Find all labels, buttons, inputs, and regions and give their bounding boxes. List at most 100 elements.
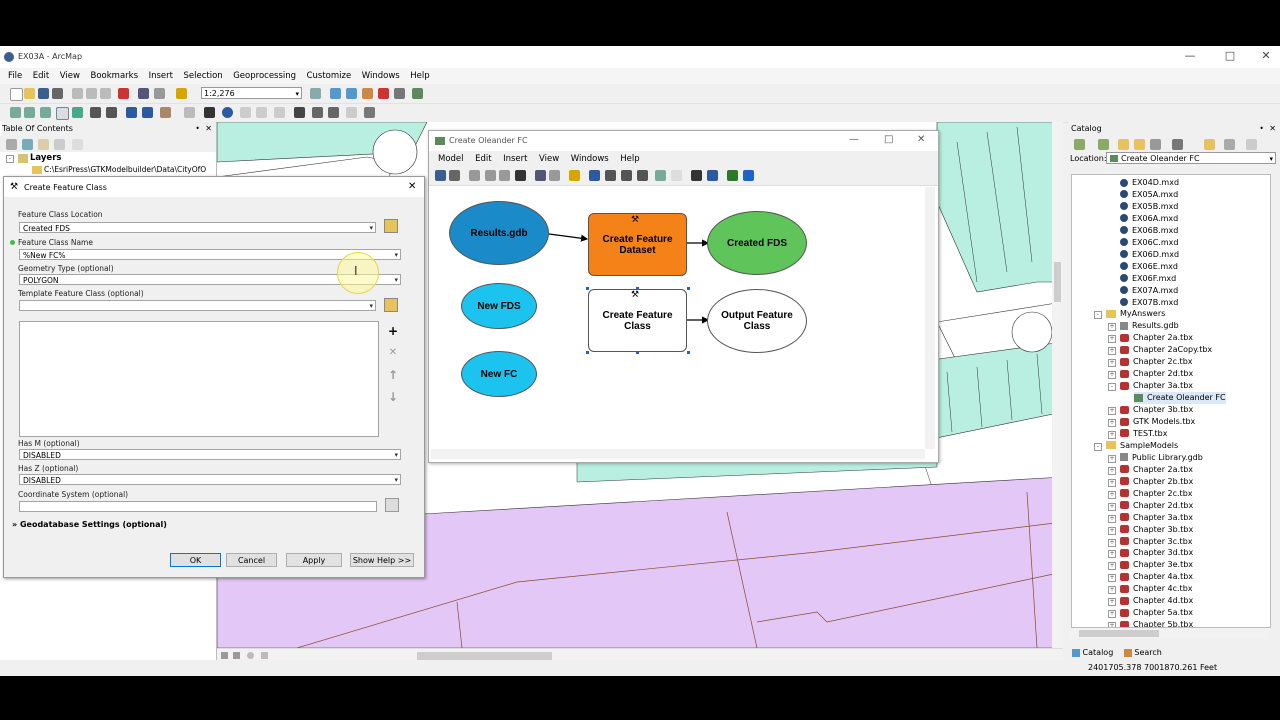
hasm-select[interactable]: DISABLED ▾ [19, 449, 401, 460]
zoom-model-icon[interactable] [637, 170, 648, 181]
find-route-icon[interactable] [312, 107, 323, 118]
location-input[interactable]: Created FDS ▾ [19, 222, 376, 233]
catalog-item[interactable]: EX06F.mxd [1120, 273, 1176, 285]
html-popup-icon[interactable] [256, 107, 267, 118]
catalog-item[interactable]: EX06E.mxd [1120, 261, 1178, 273]
move-down-icon[interactable]: ↓ [385, 389, 401, 405]
copy-icon[interactable] [86, 88, 97, 99]
catalog-help-icon[interactable] [1246, 139, 1257, 150]
catalog-item[interactable]: EX05A.mxd [1120, 189, 1178, 201]
tree-expander[interactable]: + [1108, 407, 1116, 416]
catalog-item[interactable]: Chapter 4a.tbx [1120, 571, 1193, 583]
catalog-item[interactable]: TEST.tbx [1120, 428, 1167, 440]
open-icon[interactable] [24, 88, 35, 99]
catalog-item[interactable]: Chapter 3a.tbx [1120, 380, 1193, 392]
menu-windows[interactable]: Windows [362, 68, 400, 84]
tree-expander[interactable]: + [1108, 335, 1116, 344]
model-redo-icon[interactable] [549, 170, 560, 181]
catalog-item[interactable]: Chapter 3a.tbx [1120, 512, 1193, 524]
model-paste-icon[interactable] [499, 170, 510, 181]
model-zoom-in-icon[interactable] [655, 170, 666, 181]
model-minimize-button[interactable]: — [849, 134, 859, 145]
catalog-item[interactable]: EX06B.mxd [1120, 225, 1178, 237]
layers-expander[interactable]: - [6, 155, 14, 163]
catalog-icon[interactable] [346, 88, 357, 99]
toc-close-icon[interactable]: ✕ [205, 122, 212, 136]
select-features-icon[interactable] [160, 107, 171, 118]
tree-expander[interactable]: + [1108, 419, 1116, 427]
model-pan-icon[interactable] [671, 170, 682, 181]
catalog-item[interactable]: Chapter 3e.tbx [1120, 559, 1193, 571]
python-icon[interactable] [394, 88, 405, 99]
tree-expander[interactable]: + [1108, 550, 1116, 559]
catalog-options-icon[interactable] [1224, 139, 1235, 150]
catalog-item[interactable]: SampleModels [1106, 440, 1178, 452]
fixed-zoom-out-icon[interactable] [106, 107, 117, 118]
delete-icon[interactable] [118, 88, 129, 99]
catalog-back-icon[interactable] [1074, 139, 1085, 150]
catalog-item[interactable]: Chapter 2c.tbx [1120, 488, 1193, 500]
minimize-button[interactable]: — [1180, 49, 1200, 62]
catalog-forward-icon[interactable] [1098, 139, 1109, 150]
selection-handle[interactable] [687, 287, 690, 290]
fixed-zoom-in-icon[interactable] [90, 107, 101, 118]
forward-icon[interactable] [142, 107, 153, 118]
model-canvas[interactable]: Results.gdb Create Feature Dataset ⚒ Cre… [431, 187, 925, 449]
catalog-item[interactable]: Chapter 2b.tbx [1120, 476, 1193, 488]
coordinate-system-icon[interactable] [385, 498, 399, 512]
tree-expander[interactable]: + [1108, 538, 1116, 547]
redo-icon[interactable] [154, 88, 165, 99]
apply-button[interactable]: Apply [286, 553, 342, 567]
tab-catalog[interactable]: Catalog [1083, 648, 1114, 657]
modelbuilder-icon[interactable] [412, 88, 423, 99]
dialog-vscrollbar[interactable] [414, 207, 422, 529]
catalog-hscrollbar[interactable] [1071, 628, 1269, 639]
time-slider-icon[interactable] [346, 107, 357, 118]
catalog-tree[interactable]: EX04D.mxd EX05A.mxd EX05B.mxd EX06A.mxd EX06… [1071, 174, 1271, 628]
new-fc-node[interactable]: New FC [461, 351, 537, 397]
map-vertical-scrollbar[interactable] [1052, 122, 1063, 648]
catalog-close-icon[interactable]: ✕ [1269, 122, 1276, 136]
model-menu-help[interactable]: Help [620, 151, 639, 167]
toc-icon[interactable] [330, 88, 341, 99]
catalog-item[interactable]: Chapter 3b.tbx [1120, 524, 1193, 536]
tree-expander[interactable]: + [1108, 562, 1116, 571]
created-fds-node[interactable]: Created FDS [707, 211, 807, 275]
catalog-item[interactable]: Chapter 5a.tbx [1120, 607, 1193, 619]
output-feature-class-node[interactable]: Output Feature Class [707, 289, 807, 353]
tree-expander[interactable]: + [1108, 526, 1116, 535]
selection-handle[interactable] [636, 351, 639, 354]
model-print-icon[interactable] [449, 170, 460, 181]
cancel-button[interactable]: Cancel [226, 553, 277, 567]
coord-input[interactable] [19, 501, 377, 512]
save-icon[interactable] [38, 88, 49, 99]
new-fds-node[interactable]: New FDS [461, 283, 537, 329]
back-icon[interactable] [126, 107, 137, 118]
list-by-source-icon[interactable] [22, 139, 33, 150]
map-scale-select[interactable]: 1:2,276 ▾ [201, 87, 302, 99]
tab-search[interactable]: Search [1134, 648, 1161, 657]
tree-expander[interactable]: + [1108, 371, 1116, 380]
tree-expander[interactable]: + [1108, 478, 1116, 487]
tree-expander[interactable]: - [1094, 442, 1102, 451]
catalog-item[interactable]: Chapter 5b.tbx [1120, 619, 1193, 627]
selection-handle[interactable] [586, 287, 589, 290]
model-cut-icon[interactable] [469, 170, 480, 181]
remove-icon[interactable]: ✕ [385, 345, 401, 361]
catalog-item[interactable]: Create Oleander FC [1134, 392, 1226, 405]
run-icon[interactable] [743, 170, 754, 181]
model-menu-edit[interactable]: Edit [475, 151, 491, 167]
catalog-item[interactable]: Chapter 2c.tbx [1120, 356, 1193, 368]
model-delete-icon[interactable] [515, 170, 526, 181]
catalog-scroll-thumb[interactable] [1079, 630, 1159, 637]
catalog-item[interactable]: GTK Models.tbx [1120, 416, 1195, 428]
data-view-icon[interactable] [221, 652, 228, 659]
full-extent-model-icon[interactable] [605, 170, 616, 181]
model-close-button[interactable]: ✕ [917, 134, 925, 145]
tree-expander[interactable]: + [1108, 359, 1116, 368]
refresh-icon[interactable] [247, 652, 254, 659]
menu-help[interactable]: Help [410, 68, 429, 84]
add-icon[interactable]: + [385, 323, 401, 339]
connect-icon[interactable] [707, 170, 718, 181]
tree-expander[interactable]: + [1108, 514, 1116, 523]
